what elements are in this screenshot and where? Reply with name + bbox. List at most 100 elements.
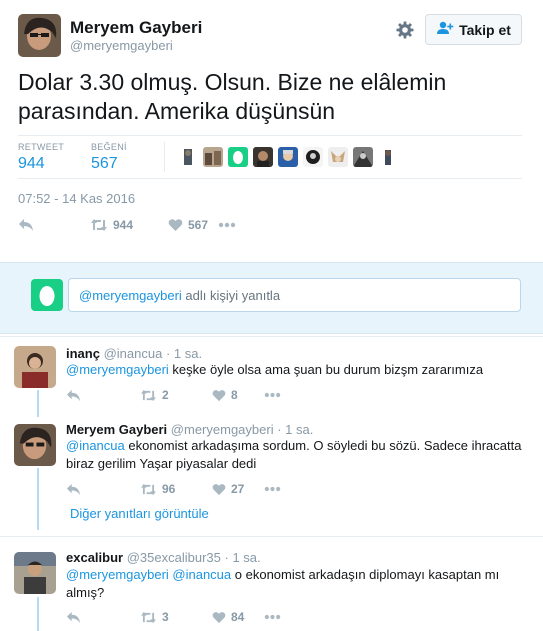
reply-header: Meryem Gayberi @meryemgayberi · 1 sa. (66, 422, 313, 437)
more-button[interactable] (264, 392, 281, 398)
liker-avatar[interactable] (203, 147, 223, 167)
reply-composer: @meryemgayberi adlı kişiyi yanıtla (0, 262, 543, 334)
reply-item: excalibur @35excalibur35 · 1 sa. @meryem… (0, 536, 543, 631)
reply-author-name[interactable]: excalibur (66, 550, 123, 565)
reply-header: inanç @inancua · 1 sa. (66, 346, 202, 361)
more-button[interactable] (218, 222, 236, 228)
follow-button[interactable]: Takip et (425, 14, 522, 45)
heart-icon (212, 389, 226, 402)
liker-avatar[interactable] (378, 147, 398, 167)
retweet-button[interactable]: 944 (90, 218, 168, 232)
tweet-timestamp[interactable]: 07:52 - 14 Kas 2016 (18, 191, 135, 206)
reply-author-handle[interactable]: @meryemgayberi (171, 422, 274, 437)
heart-icon (212, 611, 226, 624)
like-stat-count: 567 (91, 155, 118, 172)
liker-avatar[interactable] (178, 147, 198, 167)
like-count: 567 (188, 218, 209, 232)
more-button[interactable] (264, 614, 281, 620)
liker-avatar[interactable] (278, 147, 298, 167)
liker-avatar[interactable] (353, 147, 373, 167)
view-more-replies-link[interactable]: Diğer yanıtları görüntüle (70, 506, 209, 521)
retweet-count: 2 (162, 388, 169, 402)
liker-avatar[interactable] (253, 147, 273, 167)
retweet-count: 944 (113, 218, 134, 232)
more-icon (264, 486, 281, 492)
reply-author-name[interactable]: inanç (66, 346, 100, 361)
more-icon (264, 614, 281, 620)
reply-icon (66, 483, 81, 496)
tweet-stats: RETWEET 944 BEĞENİ 567 (18, 135, 522, 179)
reply-time[interactable]: · 1 sa. (166, 346, 202, 361)
author-avatar[interactable] (18, 14, 61, 57)
reply-button[interactable] (66, 483, 140, 496)
more-button[interactable] (264, 486, 281, 492)
reply-actions: 3 84 (66, 610, 281, 624)
tweet-text-line-2: parasından. Amerika düşünsün (18, 98, 336, 124)
reply-time[interactable]: · 1 sa. (277, 422, 313, 437)
like-button[interactable]: 567 (168, 218, 218, 232)
retweet-icon (90, 218, 108, 232)
follow-label: Takip et (459, 21, 511, 38)
reply-input[interactable]: @meryemgayberi adlı kişiyi yanıtla (68, 278, 521, 312)
reply-icon (66, 389, 81, 402)
reply-mention[interactable]: @meryemgayberi (66, 567, 169, 582)
reply-text-body: keşke öyle olsa ama şuan bu durum bizşm … (168, 362, 484, 377)
egg-avatar-icon[interactable] (228, 147, 248, 167)
retweet-icon (140, 611, 157, 624)
reply-text: @meryemgayberi keşke öyle olsa ama şuan … (66, 361, 526, 379)
reply-icon (66, 611, 81, 624)
gear-icon[interactable] (395, 20, 415, 40)
reply-avatar[interactable] (14, 424, 56, 466)
retweet-stat-count: 944 (18, 155, 45, 172)
like-count: 27 (231, 482, 245, 496)
reply-author-name[interactable]: Meryem Gayberi (66, 422, 167, 437)
reply-item: Meryem Gayberi @meryemgayberi · 1 sa. @i… (0, 416, 543, 532)
retweet-button[interactable]: 96 (140, 482, 212, 496)
reply-text: @inancua ekonomist arkadaşıma sordum. O … (66, 437, 526, 473)
reply-avatar[interactable] (14, 346, 56, 388)
reply-input-placeholder: adlı kişiyi yanıtla (181, 288, 281, 303)
tweet-actions: 944 567 (18, 218, 236, 232)
reply-actions: 96 27 (66, 482, 281, 496)
like-button[interactable]: 84 (212, 610, 264, 624)
retweet-stat[interactable]: RETWEET 944 (18, 142, 64, 173)
liker-avatar[interactable] (303, 147, 323, 167)
reply-mention[interactable]: @inancua (172, 567, 231, 582)
author-handle[interactable]: @meryemgayberi (70, 38, 173, 53)
like-button[interactable]: 8 (212, 388, 264, 402)
retweet-icon (140, 483, 157, 496)
reply-button[interactable] (66, 611, 140, 624)
retweet-button[interactable]: 2 (140, 388, 212, 402)
egg-avatar-icon (31, 279, 63, 311)
reply-text: @meryemgayberi @inancua o ekonomist arka… (66, 566, 526, 602)
reply-avatar[interactable] (14, 552, 56, 594)
liker-avatar[interactable] (328, 147, 348, 167)
tweet-text-line-1: Dolar 3.30 olmuş. Olsun. Bize ne elâlemi… (18, 69, 447, 95)
reply-actions: 2 8 (66, 388, 281, 402)
reply-item: inanç @inancua · 1 sa. @meryemgayberi ke… (0, 336, 543, 416)
reply-mention[interactable]: @inancua (66, 438, 125, 453)
reply-button[interactable] (18, 218, 90, 232)
author-name[interactable]: Meryem Gayberi (70, 18, 202, 38)
reply-button[interactable] (66, 389, 140, 402)
reply-author-handle[interactable]: @35excalibur35 (127, 550, 221, 565)
stats-divider (164, 142, 165, 172)
reply-author-handle[interactable]: @inancua (104, 346, 163, 361)
reply-time[interactable]: · 1 sa. (225, 550, 261, 565)
retweet-stat-label: RETWEET (18, 142, 65, 152)
more-icon (264, 392, 281, 398)
reply-icon (18, 218, 34, 232)
like-count: 84 (231, 610, 245, 624)
reply-header: excalibur @35excalibur35 · 1 sa. (66, 550, 261, 565)
follow-person-icon (436, 21, 454, 38)
reply-mention[interactable]: @meryemgayberi (66, 362, 169, 377)
like-stat-label: BEĞENİ (91, 142, 127, 152)
retweet-count: 3 (162, 610, 169, 624)
retweet-button[interactable]: 3 (140, 610, 212, 624)
likers-avatars (178, 147, 398, 167)
retweet-count: 96 (162, 482, 176, 496)
heart-icon (168, 218, 183, 232)
main-tweet: Meryem Gayberi @meryemgayberi Takip et D… (0, 0, 543, 262)
like-button[interactable]: 27 (212, 482, 264, 496)
like-stat[interactable]: BEĞENİ 567 (91, 142, 127, 173)
